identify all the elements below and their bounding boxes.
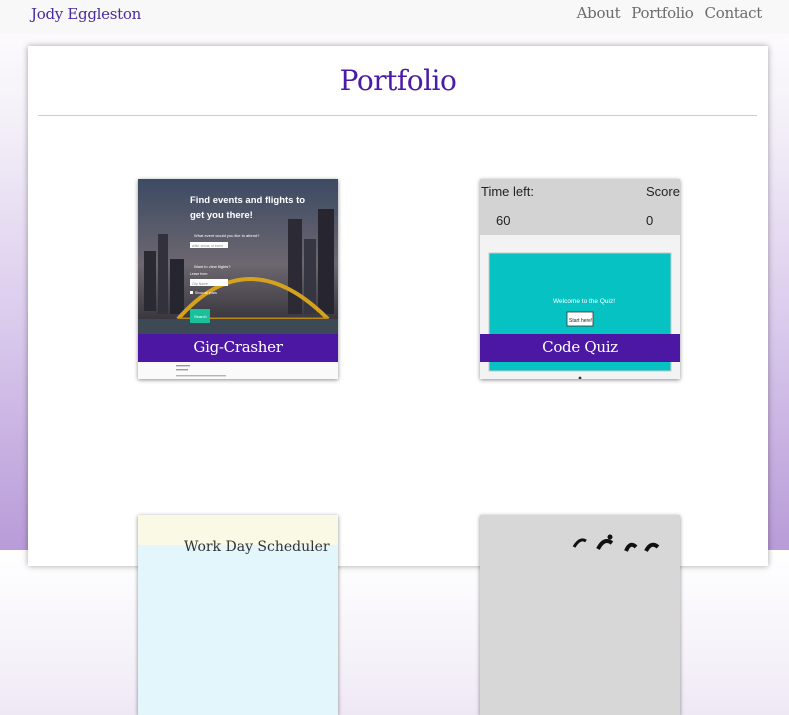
nav-link-about[interactable]: About [577, 4, 621, 22]
gig-question: What event would you like to attend? [194, 233, 260, 238]
gig-city-hint: City Name [192, 282, 208, 286]
work-day-scheduler-screenshot: Work Day Scheduler [138, 515, 338, 715]
gig-input-hint: artist, venue, or event [192, 244, 223, 248]
nav-link-portfolio[interactable]: Portfolio [631, 4, 694, 22]
nav-link-contact[interactable]: Contact [705, 4, 763, 22]
project-fourth-screenshot [480, 515, 680, 715]
quiz-start-button: Start here! [569, 318, 592, 324]
brand-link[interactable]: Jody Eggleston [31, 5, 141, 23]
project-fourth[interactable] [480, 515, 680, 715]
gig-search-button: Search [194, 314, 207, 319]
gig-checkbox-label: Show all posts [195, 291, 217, 295]
scheduler-heading: Work Day Scheduler [184, 539, 330, 555]
portfolio-card: Portfolio Find events and flights to get… [28, 46, 768, 715]
page-title: Portfolio [339, 64, 457, 97]
quiz-score-label: Score: [646, 184, 680, 199]
project-gig-crasher[interactable]: Find events and flights to get you there… [138, 179, 338, 379]
nav-links: About Portfolio Contact [577, 4, 763, 22]
quiz-time-label: Time left: [481, 184, 534, 199]
gig-city-label: Leave from: [190, 272, 208, 276]
project-code-quiz[interactable]: Time left: 60 Score: 0 Welcome to the Qu… [480, 179, 680, 379]
project-work-day-scheduler[interactable]: Work Day Scheduler [138, 515, 338, 715]
project-caption: Code Quiz [480, 334, 680, 362]
project-caption: Gig-Crasher [138, 334, 338, 362]
gig-flights: Want to view flights? [194, 264, 231, 269]
gig-heading-line1: Find events and flights to [190, 195, 305, 206]
title-divider [38, 115, 757, 116]
quiz-welcome-text: Welcome to the Quiz! [553, 298, 615, 305]
navbar: Jody Eggleston About Portfolio Contact [0, 0, 789, 34]
quiz-score-value: 0 [646, 213, 653, 228]
gig-heading-line2: get you there! [190, 210, 253, 221]
quiz-time-value: 60 [496, 213, 510, 228]
